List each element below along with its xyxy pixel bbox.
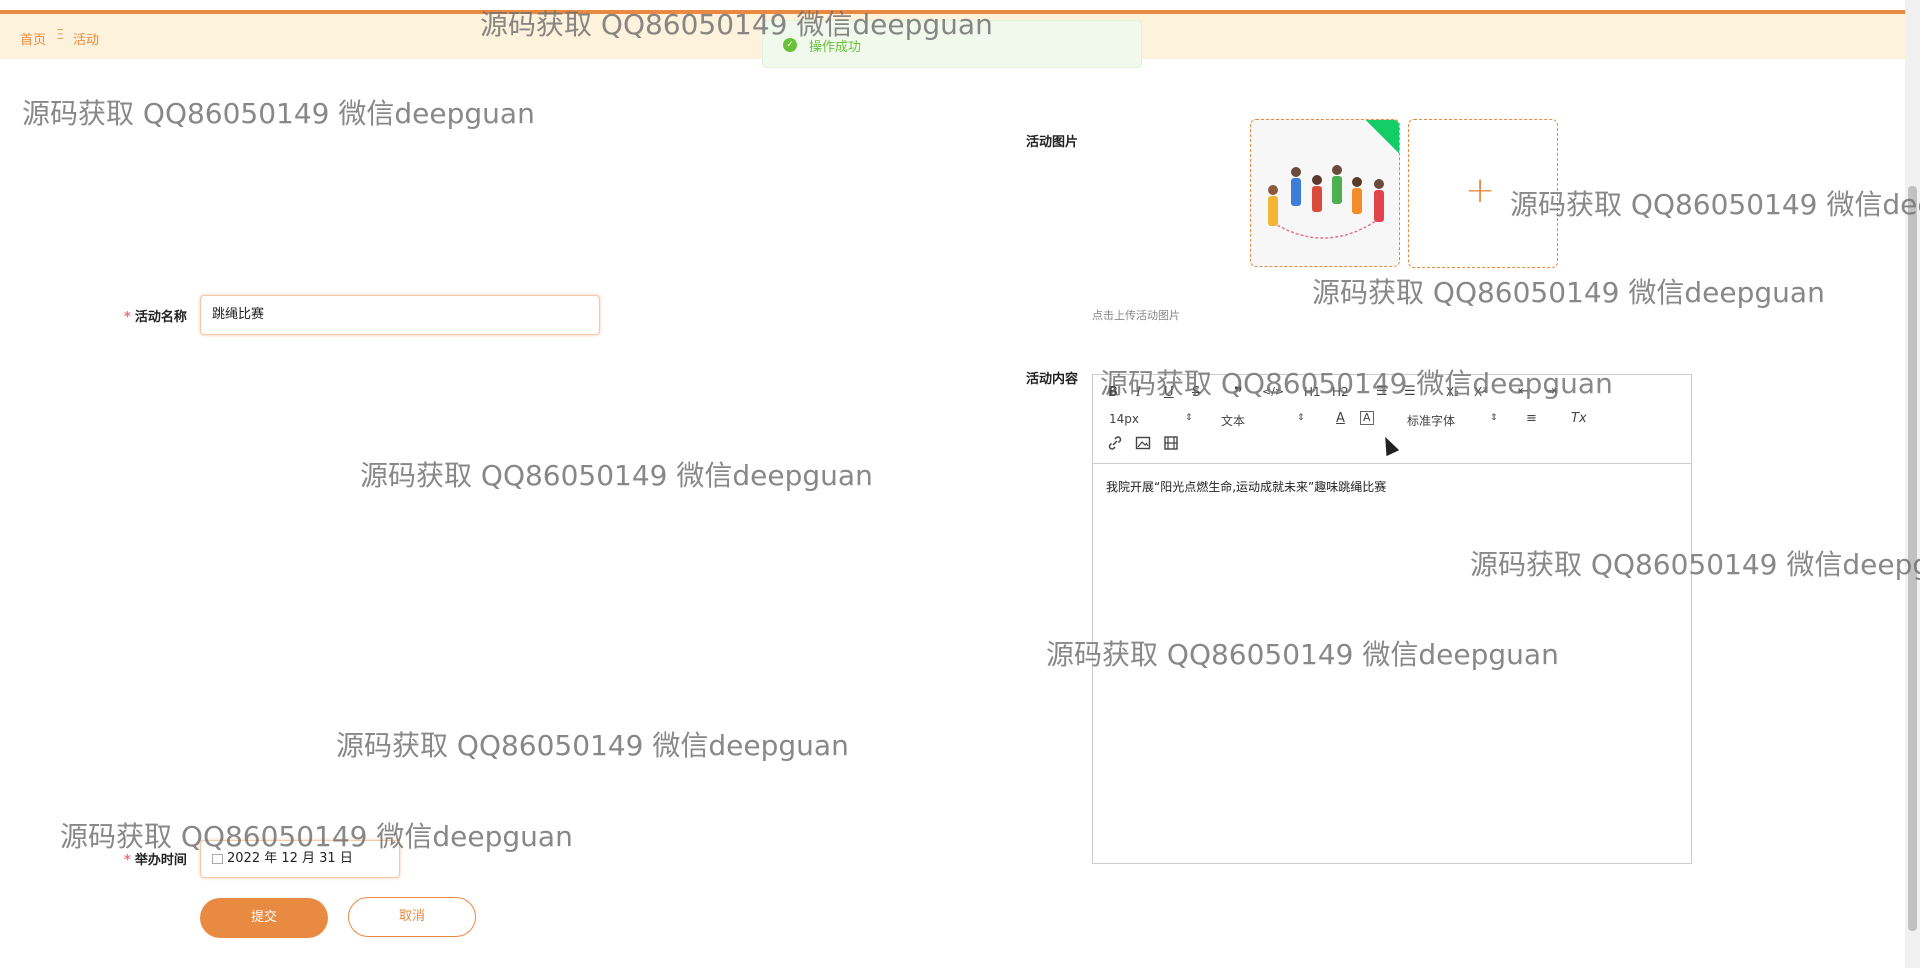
superscript-icon[interactable]: X² (1474, 385, 1487, 399)
breadcrumb-separator-icon: Ξ (56, 28, 65, 43)
plus-icon: + (1465, 170, 1496, 211)
font-family-select[interactable]: 标准字体 (1407, 412, 1455, 429)
watermark-text: 源码获取 QQ86050149 微信deepguan (1312, 276, 1825, 309)
ordered-list-icon[interactable]: ☰ (1376, 384, 1388, 399)
text-color-icon[interactable]: A (1336, 411, 1345, 426)
watermark-text: 源码获取 QQ86050149 微信deepguan (1510, 188, 1920, 221)
toast-message: 操作成功 (809, 40, 862, 55)
subscript-icon[interactable]: X₂ (1446, 385, 1459, 399)
success-toast: ✓ 操作成功 (762, 20, 1142, 68)
code-block-icon[interactable]: </> (1262, 385, 1284, 398)
activity-name-label: * 活动名称 (124, 310, 187, 325)
italic-icon[interactable]: I (1136, 385, 1141, 400)
clear-format-icon[interactable]: Tx (1571, 411, 1587, 426)
heading-1-icon[interactable]: H1 (1304, 385, 1321, 399)
blockquote-icon[interactable]: ❞ (1234, 383, 1243, 402)
activity-name-input[interactable]: 跳绳比赛 (200, 295, 600, 335)
uploaded-image-thumbnail[interactable] (1250, 119, 1400, 267)
heading-2-icon[interactable]: H2 (1332, 385, 1349, 399)
align-icon[interactable]: ≡ (1526, 411, 1537, 426)
font-size-select[interactable]: 14px (1109, 412, 1139, 426)
check-circle-icon: ✓ (783, 38, 797, 52)
watermark-text: 源码获取 QQ86050149 微信deepguan (360, 459, 873, 492)
jump-rope-illustration (1268, 165, 1384, 239)
breadcrumb-current: 活动 (73, 33, 100, 48)
chevron-updown-icon: ⇕ (1490, 413, 1498, 423)
calendar-icon (212, 853, 223, 864)
activity-content-label: 活动内容 (1026, 372, 1079, 387)
event-date-label: * 举办时间 (124, 853, 187, 868)
scrollbar-thumb[interactable] (1908, 186, 1917, 931)
indent-icon[interactable]: ⇥ (1546, 384, 1557, 399)
image-upload-hint: 点击上传活动图片 (1092, 309, 1180, 322)
chevron-updown-icon: ⇕ (1185, 413, 1193, 423)
watermark-text: 源码获取 QQ86050149 微信deepguan (336, 729, 849, 762)
header-select[interactable]: 文本 (1221, 412, 1245, 429)
chevron-updown-icon: ⇕ (1297, 413, 1305, 423)
event-date-picker[interactable]: 2022 年 12 月 31 日 (200, 840, 400, 878)
submit-button[interactable]: 提交 (200, 898, 328, 938)
bold-icon[interactable]: B (1108, 385, 1118, 400)
bullet-list-icon[interactable]: ☰ (1404, 384, 1416, 399)
strikethrough-icon[interactable]: S (1192, 385, 1200, 400)
image-icon[interactable] (1135, 435, 1151, 451)
required-mark: * (124, 310, 131, 325)
editor-content[interactable]: 我院开展“阳光点燃生命,运动成就未来”趣味跳绳比赛 (1106, 478, 1386, 495)
background-color-icon[interactable]: A (1360, 411, 1374, 425)
event-date-value: 2022 年 12 月 31 日 (227, 851, 353, 866)
required-mark: * (124, 853, 131, 868)
underline-icon[interactable]: U (1164, 385, 1174, 400)
watermark-text: 源码获取 QQ86050149 微信deepguan (22, 97, 535, 130)
activity-image-label: 活动图片 (1026, 135, 1079, 150)
image-upload-button[interactable]: + (1408, 119, 1558, 268)
outdent-icon[interactable]: ⇤ (1518, 384, 1529, 399)
cancel-button[interactable]: 取消 (348, 897, 476, 937)
link-icon[interactable] (1107, 435, 1123, 451)
video-icon[interactable] (1163, 435, 1179, 451)
breadcrumb-home[interactable]: 首页 (20, 29, 46, 48)
